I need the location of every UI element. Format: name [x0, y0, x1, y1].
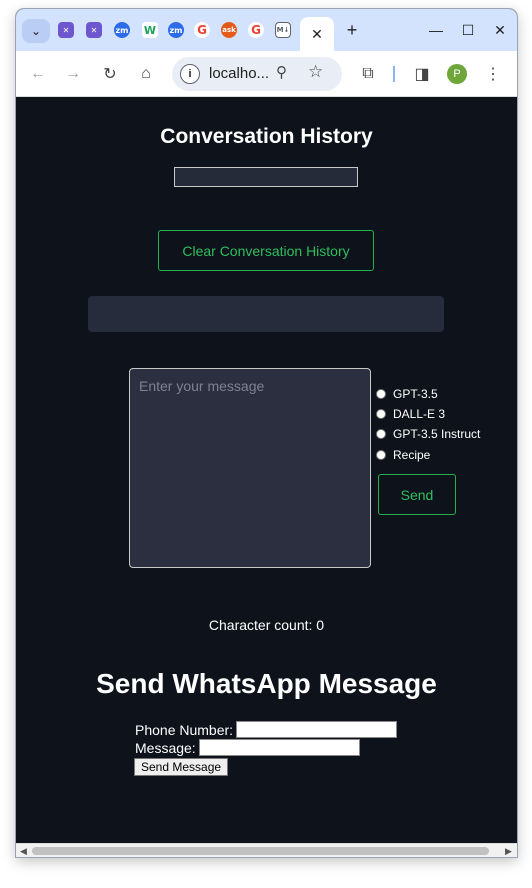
tab-zoom-2[interactable]: zm [168, 22, 184, 38]
model-label: DALL-E 3 [393, 407, 446, 421]
tools-icon: ✕ [62, 25, 70, 35]
model-label: Recipe [393, 448, 431, 462]
tab-markdown[interactable]: M↓ [275, 22, 291, 38]
scroll-left-icon[interactable]: ◀ [20, 846, 27, 857]
conversation-history-box [174, 167, 358, 187]
message-input[interactable] [129, 368, 371, 568]
minimize-button[interactable]: — [426, 20, 446, 40]
home-button[interactable]: ⌂ [135, 63, 157, 85]
home-icon: ⌂ [141, 65, 151, 82]
horizontal-scrollbar[interactable]: ◀ ▶ [16, 843, 517, 857]
avatar[interactable]: P [447, 64, 467, 84]
side-panel-button[interactable]: ◨ [411, 63, 433, 85]
tab-strip: ⌄ ✕ ✕ zm W zm G ask G M↓ ✕ + — ☐ ✕ [16, 9, 517, 51]
model-option-recipe[interactable]: Recipe [376, 448, 430, 462]
new-tab-button[interactable]: + [342, 20, 362, 40]
phone-row: Phone Number: [135, 721, 398, 738]
address-bar[interactable]: i localho... ⚲ ☆ [172, 57, 342, 91]
zoom-icon: zm [115, 25, 129, 35]
model-option-gpt35[interactable]: GPT-3.5 [376, 387, 438, 401]
url-text[interactable]: localho... [209, 65, 269, 82]
close-icon[interactable]: ✕ [311, 26, 323, 43]
tab-search-button[interactable]: ⌄ [22, 19, 50, 43]
radio-icon[interactable] [376, 450, 386, 460]
toolbar-divider [393, 66, 395, 82]
radio-icon[interactable] [376, 389, 386, 399]
chevron-down-icon: ⌄ [30, 24, 42, 38]
tab-google-2[interactable]: G [248, 22, 264, 38]
phone-number-field[interactable] [236, 721, 398, 738]
maximize-icon: ☐ [461, 21, 475, 38]
phone-label: Phone Number: [135, 721, 234, 738]
w-icon: W [143, 23, 157, 37]
tools-icon: ✕ [90, 25, 98, 35]
extensions-button[interactable]: ⧉ [357, 63, 379, 85]
model-option-dalle3[interactable]: DALL-E 3 [376, 407, 445, 421]
star-icon[interactable]: ☆ [308, 62, 323, 82]
plus-icon: + [346, 19, 358, 40]
model-label: GPT-3.5 Instruct [393, 427, 481, 441]
tab-tools-2[interactable]: ✕ [86, 22, 102, 38]
zoom-icon: zm [169, 25, 183, 35]
browser-toolbar: ← → ↻ ⌂ i localho... ⚲ ☆ ⧉ ◨ P ⋮ [16, 51, 517, 97]
browser-window: ⌄ ✕ ✕ zm W zm G ask G M↓ ✕ + — ☐ ✕ ← → ↻… [16, 9, 517, 857]
character-count: Character count: 0 [208, 617, 325, 633]
site-info-icon[interactable]: i [180, 64, 200, 84]
kebab-menu-icon: ⋮ [485, 66, 501, 83]
radio-icon[interactable] [376, 429, 386, 439]
markdown-icon: M↓ [276, 26, 290, 34]
minimize-icon: — [429, 22, 443, 38]
side-panel-icon: ◨ [414, 66, 430, 83]
tab-ask[interactable]: ask [221, 22, 237, 38]
radio-icon[interactable] [376, 409, 386, 419]
zoom-icon[interactable]: ⚲ [276, 63, 287, 81]
maximize-button[interactable]: ☐ [458, 20, 478, 40]
ask-icon: ask [222, 26, 236, 34]
forward-button[interactable]: → [62, 63, 84, 85]
whatsapp-message-field[interactable] [198, 739, 360, 756]
close-window-button[interactable]: ✕ [490, 20, 510, 40]
active-tab[interactable]: ✕ [300, 17, 334, 51]
arrow-left-icon: ← [30, 65, 46, 82]
puzzle-icon: ⧉ [362, 65, 374, 82]
menu-button[interactable]: ⋮ [482, 63, 504, 85]
message-label: Message: [135, 739, 196, 756]
close-icon: ✕ [494, 21, 506, 38]
scroll-right-icon[interactable]: ▶ [505, 846, 512, 857]
send-whatsapp-button[interactable]: Send Message [134, 758, 229, 776]
page-title: Conversation History [160, 125, 373, 148]
tab-tools-1[interactable]: ✕ [58, 22, 74, 38]
reload-icon: ↻ [103, 66, 117, 83]
google-icon: G [251, 23, 261, 37]
tab-google-1[interactable]: G [194, 22, 210, 38]
back-button[interactable]: ← [27, 63, 49, 85]
model-label: GPT-3.5 [393, 387, 438, 401]
whatsapp-title: Send WhatsApp Message [96, 668, 437, 699]
google-icon: G [197, 23, 207, 37]
reload-button[interactable]: ↻ [99, 63, 121, 85]
page-content: Conversation History Clear Conversation … [16, 97, 517, 843]
scrollbar-thumb[interactable] [32, 847, 489, 855]
clear-history-button[interactable]: Clear Conversation History [158, 230, 374, 271]
tab-zoom-1[interactable]: zm [114, 22, 130, 38]
history-panel [88, 296, 444, 332]
send-button[interactable]: Send [378, 474, 456, 515]
arrow-right-icon: → [65, 65, 81, 82]
tab-w[interactable]: W [142, 22, 158, 38]
message-row: Message: [135, 739, 360, 756]
model-option-gpt35-instruct[interactable]: GPT-3.5 Instruct [376, 427, 480, 441]
